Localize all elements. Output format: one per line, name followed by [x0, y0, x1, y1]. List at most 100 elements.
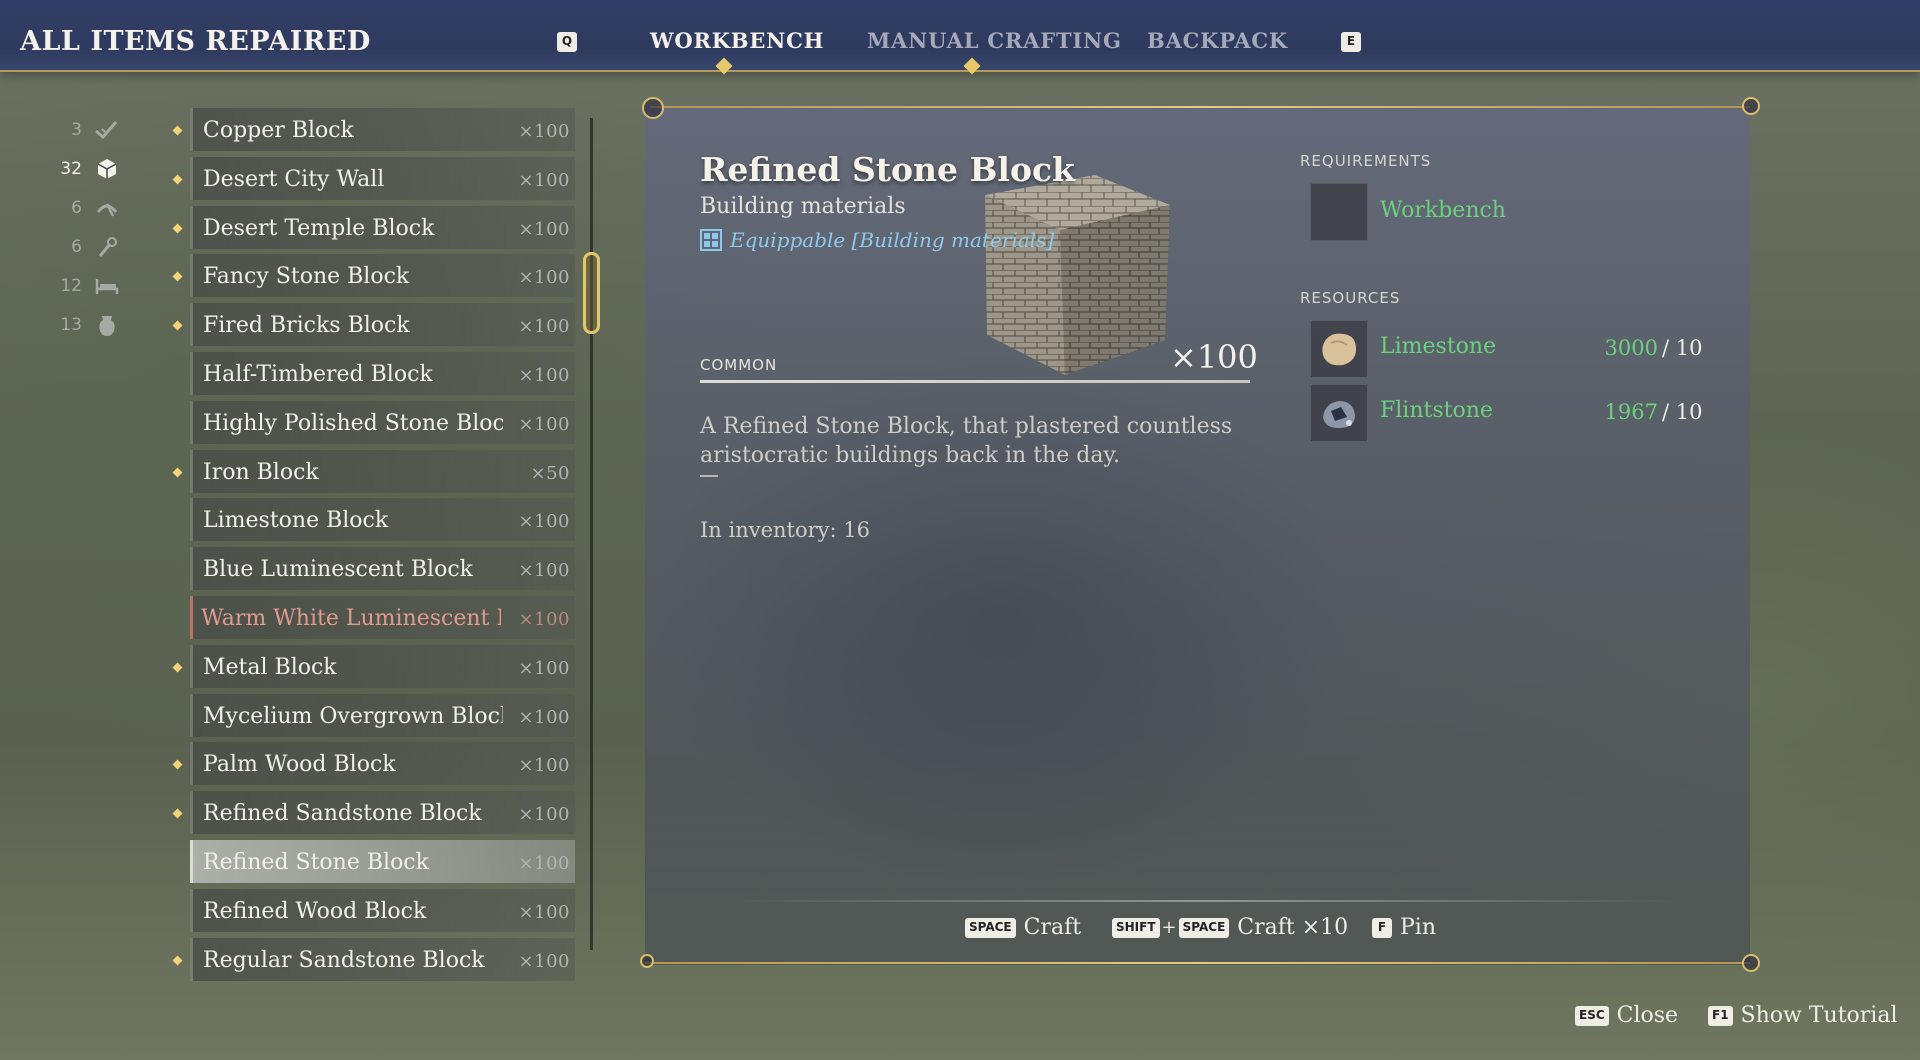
corner-ornament-icon [1742, 97, 1760, 115]
category-tools[interactable]: 6 [50, 188, 130, 227]
list-item[interactable]: Regular Sandstone Block ×100 [165, 936, 575, 985]
recipe-qty: ×100 [518, 560, 570, 582]
list-item-selected[interactable]: Refined Stone Block ×100 [165, 838, 575, 887]
category-count: 6 [71, 197, 82, 218]
recipe-qty: ×100 [518, 218, 570, 240]
active-tab-indicator [715, 57, 733, 75]
jug-icon [94, 312, 120, 338]
recipe-qty: ×100 [518, 755, 570, 777]
craft-label: Craft [1023, 915, 1082, 940]
recipe-name: Desert Temple Block [203, 215, 435, 241]
new-marker-icon [172, 955, 183, 965]
craft-quantity: ×100 [1170, 338, 1258, 376]
equippable-icon [700, 229, 722, 251]
craft-ten-label: Craft ×10 [1237, 915, 1349, 940]
recipe-qty: ×100 [518, 608, 570, 630]
page-title: ALL ITEMS REPAIRED [20, 26, 371, 57]
resource-name: Flintstone [1380, 398, 1493, 423]
list-item[interactable]: Mycelium Overgrown Block ×100 [165, 692, 575, 741]
list-scrollbar-track[interactable] [590, 118, 593, 950]
show-tutorial-button[interactable]: F1 Show Tutorial [1708, 1003, 1898, 1028]
list-item[interactable]: Palm Wood Block ×100 [165, 740, 575, 789]
new-marker-icon [172, 223, 183, 234]
recipe-name: Regular Sandstone Block [203, 947, 485, 973]
category-count: 3 [71, 119, 82, 140]
resource-required: / 10 [1662, 336, 1703, 360]
resources-heading: RESOURCES [1300, 289, 1401, 307]
recipe-name: Refined Stone Block [203, 849, 429, 875]
list-item[interactable]: Iron Block ×50 [165, 448, 575, 497]
new-marker-icon [172, 271, 183, 282]
list-item[interactable]: Fancy Stone Block ×100 [165, 252, 575, 301]
pin-label: Pin [1400, 915, 1437, 940]
list-item[interactable]: Refined Wood Block ×100 [165, 887, 575, 936]
requirement-name: Workbench [1380, 198, 1506, 223]
list-item[interactable]: Refined Sandstone Block ×100 [165, 789, 575, 838]
new-marker-icon [172, 759, 183, 770]
list-item-locked[interactable]: Warm White Luminescent Bl ×100 [165, 594, 575, 643]
list-item[interactable]: Half-Timbered Block ×100 [165, 350, 575, 399]
resource-owned: 1967 [1604, 400, 1658, 424]
recipe-name: Refined Wood Block [203, 898, 427, 924]
plus-sign: + [1161, 917, 1177, 938]
recipe-qty: ×100 [518, 511, 570, 533]
new-marker-icon [172, 125, 183, 136]
tab-workbench[interactable]: WORKBENCH [650, 28, 824, 53]
close-button[interactable]: ESC Close [1575, 1003, 1678, 1028]
recipe-name: Mycelium Overgrown Block [203, 703, 503, 729]
recipe-qty: ×100 [518, 706, 570, 728]
inventory-count: In inventory: 16 [700, 518, 871, 542]
craft-button[interactable]: SPACE Craft [965, 915, 1081, 940]
category-lighting[interactable]: 6 [50, 227, 130, 266]
craft-ten-button[interactable]: SHIFT + SPACE Craft ×10 [1112, 915, 1348, 940]
recipe-name: Desert City Wall [203, 166, 385, 192]
list-item[interactable]: Desert City Wall ×100 [165, 155, 575, 204]
recipe-name: Limestone Block [203, 508, 389, 534]
list-item[interactable]: Highly Polished Stone Block ×100 [165, 399, 575, 448]
recipe-name: Copper Block [203, 118, 354, 143]
recipe-qty: ×100 [518, 413, 570, 435]
category-sidebar: 3 32 6 6 12 13 [50, 110, 130, 344]
list-item[interactable]: Metal Block ×100 [165, 643, 575, 692]
recipe-qty: ×100 [518, 316, 570, 338]
category-furniture[interactable]: 12 [50, 266, 130, 305]
f1-key-icon: F1 [1708, 1005, 1733, 1026]
space-key-icon: SPACE [1178, 917, 1230, 938]
recipe-name: Refined Sandstone Block [203, 801, 482, 827]
recipe-name: Blue Luminescent Block [203, 557, 473, 583]
next-tab-key[interactable]: E [1341, 32, 1361, 52]
recipe-qty: ×50 [530, 462, 570, 484]
list-item[interactable]: Copper Block ×100 [165, 106, 575, 155]
resource-name: Limestone [1380, 334, 1497, 359]
pin-button[interactable]: F Pin [1372, 915, 1436, 940]
list-item[interactable]: Desert Temple Block ×100 [165, 204, 575, 253]
corner-ornament-icon [1742, 954, 1760, 972]
new-marker-icon [172, 467, 183, 478]
list-item[interactable]: Limestone Block ×100 [165, 496, 575, 545]
category-containers[interactable]: 13 [50, 305, 130, 344]
prev-tab-key[interactable]: Q [557, 32, 577, 52]
new-marker-icon [172, 808, 183, 819]
resource-owned: 3000 [1604, 336, 1658, 360]
tab-backpack[interactable]: BACKPACK [1147, 28, 1288, 53]
list-item[interactable]: Blue Luminescent Block ×100 [165, 545, 575, 594]
close-label: Close [1616, 1003, 1679, 1028]
recipe-qty: ×100 [518, 950, 570, 972]
recipe-qty: ×100 [518, 901, 570, 923]
recipe-name: Half-Timbered Block [203, 361, 433, 387]
panel-bottom-border [645, 962, 1750, 964]
panel-top-border [650, 106, 1750, 108]
recipe-qty: ×100 [518, 852, 570, 874]
pickaxe-icon [94, 195, 120, 221]
category-count: 32 [60, 158, 82, 179]
rarity-label: COMMON [700, 356, 778, 374]
shift-key-icon: SHIFT [1112, 917, 1160, 938]
list-scrollbar-thumb[interactable] [583, 252, 600, 334]
category-repair[interactable]: 3 [50, 110, 130, 149]
recipe-name: Fancy Stone Block [203, 264, 410, 290]
list-item[interactable]: Fired Bricks Block ×100 [165, 301, 575, 350]
tab-manual-crafting[interactable]: MANUAL CRAFTING [867, 28, 1122, 53]
category-building-blocks[interactable]: 32 [50, 149, 130, 188]
top-bar: ALL ITEMS REPAIRED Q WORKBENCH MANUAL CR… [0, 0, 1920, 75]
category-count: 6 [71, 236, 82, 257]
